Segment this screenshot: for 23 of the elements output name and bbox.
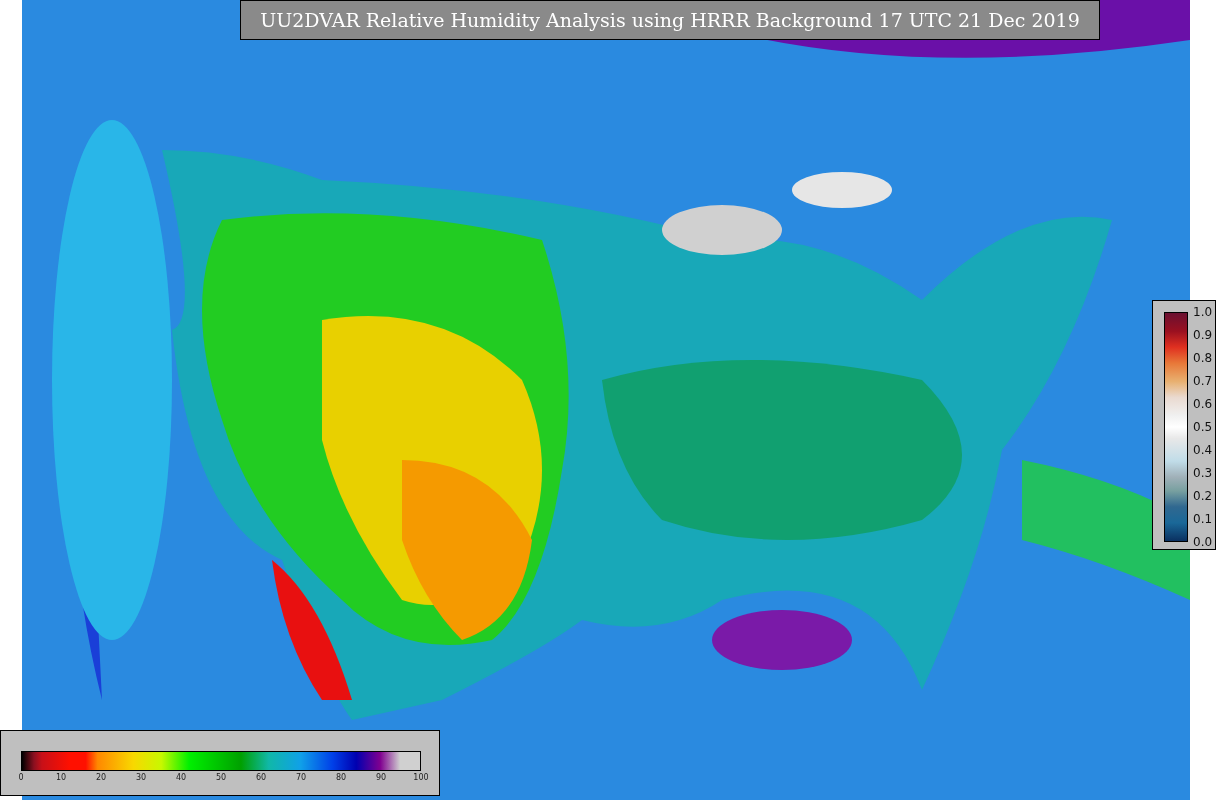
scale-label: 0.1: [1193, 512, 1213, 526]
scale-label: 0.7: [1193, 374, 1213, 388]
scale-label: 0.6: [1193, 397, 1213, 411]
scale-label: 80: [335, 773, 347, 782]
scale-label: 70: [295, 773, 307, 782]
scale-label: 30: [135, 773, 147, 782]
map-title: UU2DVAR Relative Humidity Analysis using HRRR Background 17 UTC 21 Dec 2019: [240, 0, 1100, 40]
scale-label: 50: [215, 773, 227, 782]
scale-label: 20: [95, 773, 107, 782]
scale-label: 1.0: [1193, 305, 1213, 319]
scale-label: 0.9: [1193, 328, 1213, 342]
scale-label: 0.2: [1193, 489, 1213, 503]
scale-label: 0.0: [1193, 535, 1213, 549]
scale-label: 0.3: [1193, 466, 1213, 480]
scale-label: 0.4: [1193, 443, 1213, 457]
scale-label: 10: [55, 773, 67, 782]
scale-label: 90: [375, 773, 387, 782]
scale-label: 60: [255, 773, 267, 782]
scale-label: 0: [18, 773, 24, 782]
scale-label: 0.5: [1193, 420, 1213, 434]
scale-label: 0.8: [1193, 351, 1213, 365]
scale-label: 40: [175, 773, 187, 782]
scale-label: 100: [413, 773, 429, 782]
